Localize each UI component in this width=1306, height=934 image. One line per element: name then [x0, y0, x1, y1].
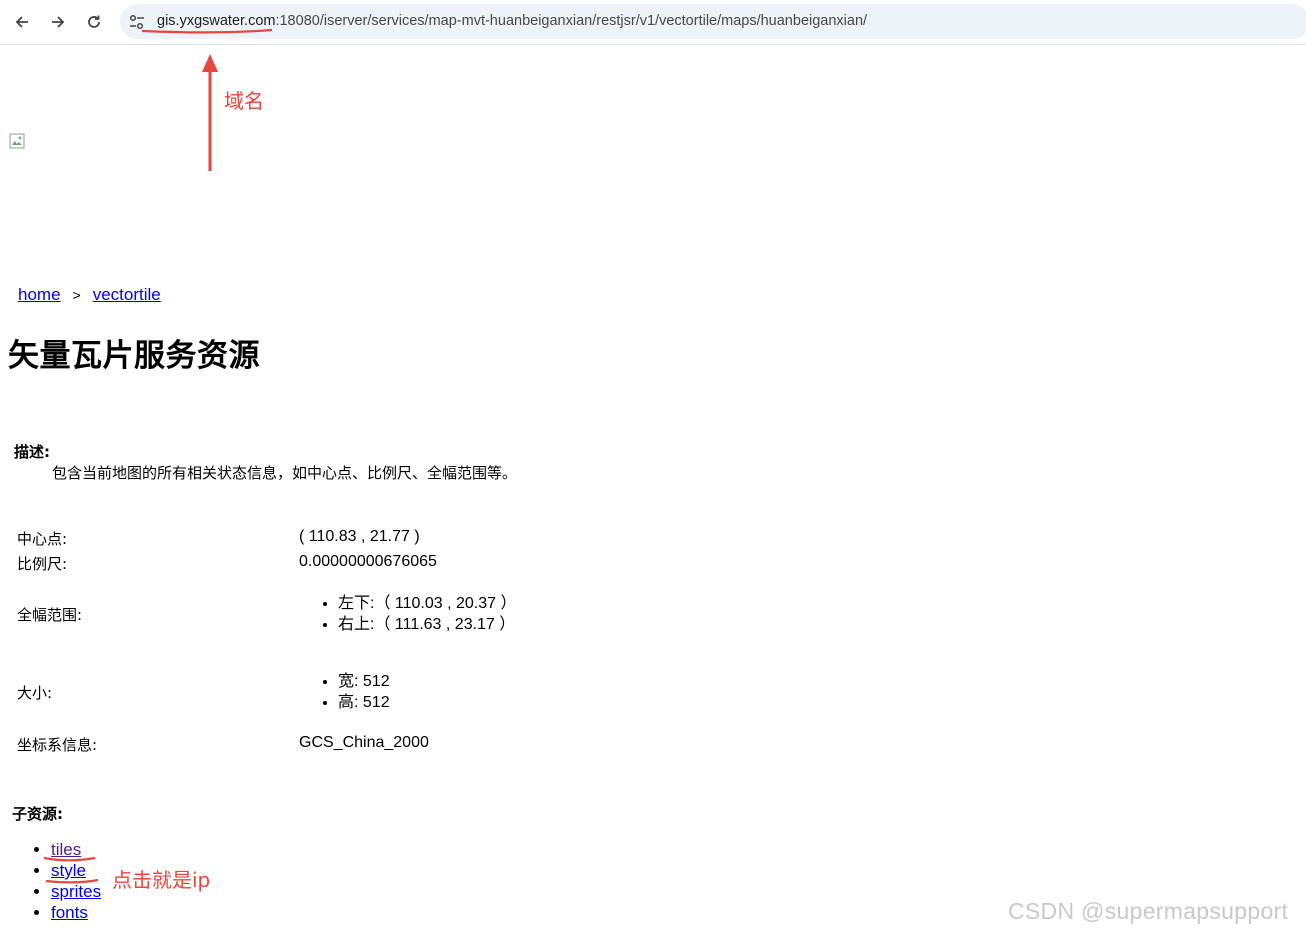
- url-host: gis.yxgswater.com: [157, 13, 276, 29]
- sprites-link[interactable]: sprites: [51, 882, 101, 901]
- description-label: 描述:: [14, 443, 50, 461]
- bounds-lower-left: 左下:（ 110.03 , 20.37 ）: [338, 593, 516, 614]
- style-link[interactable]: style: [51, 861, 86, 880]
- back-arrow-icon[interactable]: [8, 8, 36, 36]
- child-resources-list: tiles style sprites fonts: [11, 839, 101, 923]
- bounds-upper-right: 右上:（ 111.63 , 23.17 ）: [338, 614, 516, 635]
- bounds-label: 全幅范围:: [17, 606, 83, 624]
- list-item: tiles: [51, 839, 101, 860]
- scale-value: 0.00000000676065: [299, 553, 437, 570]
- list-item: sprites: [51, 881, 101, 902]
- size-height: 高: 512: [338, 692, 390, 713]
- tune-icon[interactable]: [128, 13, 146, 31]
- broken-image-icon: [9, 133, 25, 149]
- address-bar[interactable]: gis.yxgswater.com:18080/iserver/services…: [120, 4, 1306, 39]
- url-path: :18080/iserver/services/map-mvt-huanbeig…: [275, 13, 868, 29]
- list-item: style: [51, 860, 101, 881]
- reload-icon[interactable]: [80, 8, 108, 36]
- size-label: 大小:: [17, 684, 53, 702]
- tiles-link[interactable]: tiles: [51, 840, 81, 859]
- size-width: 宽: 512: [338, 671, 390, 692]
- list-item: fonts: [51, 902, 101, 923]
- breadcrumb-vectortile-link[interactable]: vectortile: [93, 285, 161, 304]
- breadcrumb: home > vectortile: [18, 285, 161, 305]
- url-text[interactable]: gis.yxgswater.com:18080/iserver/services…: [157, 4, 867, 39]
- crs-label: 坐标系信息:: [17, 736, 98, 754]
- breadcrumb-separator: >: [72, 287, 81, 303]
- description-text: 包含当前地图的所有相关状态信息，如中心点、比例尺、全幅范围等。: [52, 464, 518, 482]
- crs-value: GCS_China_2000: [299, 734, 429, 751]
- center-value: ( 110.83 , 21.77 ): [299, 528, 420, 545]
- page-title: 矢量瓦片服务资源: [8, 338, 260, 374]
- size-list: 宽: 512 高: 512: [299, 671, 390, 713]
- center-label: 中心点:: [17, 530, 68, 548]
- csdn-watermark: CSDN @supermapsupport: [1008, 898, 1289, 924]
- annotation-arrow-head: [202, 54, 218, 72]
- child-resources-label: 子资源:: [12, 805, 63, 823]
- click-ip-annotation: 点击就是ip: [112, 868, 211, 892]
- bounds-list: 左下:（ 110.03 , 20.37 ） 右上:（ 111.63 , 23.1…: [299, 593, 516, 635]
- forward-arrow-icon[interactable]: [44, 8, 72, 36]
- scale-label: 比例尺:: [17, 555, 68, 573]
- fonts-link[interactable]: fonts: [51, 903, 88, 922]
- browser-toolbar: gis.yxgswater.com:18080/iserver/services…: [0, 0, 1306, 45]
- breadcrumb-home-link[interactable]: home: [18, 285, 61, 304]
- domain-annotation: 域名: [224, 89, 264, 113]
